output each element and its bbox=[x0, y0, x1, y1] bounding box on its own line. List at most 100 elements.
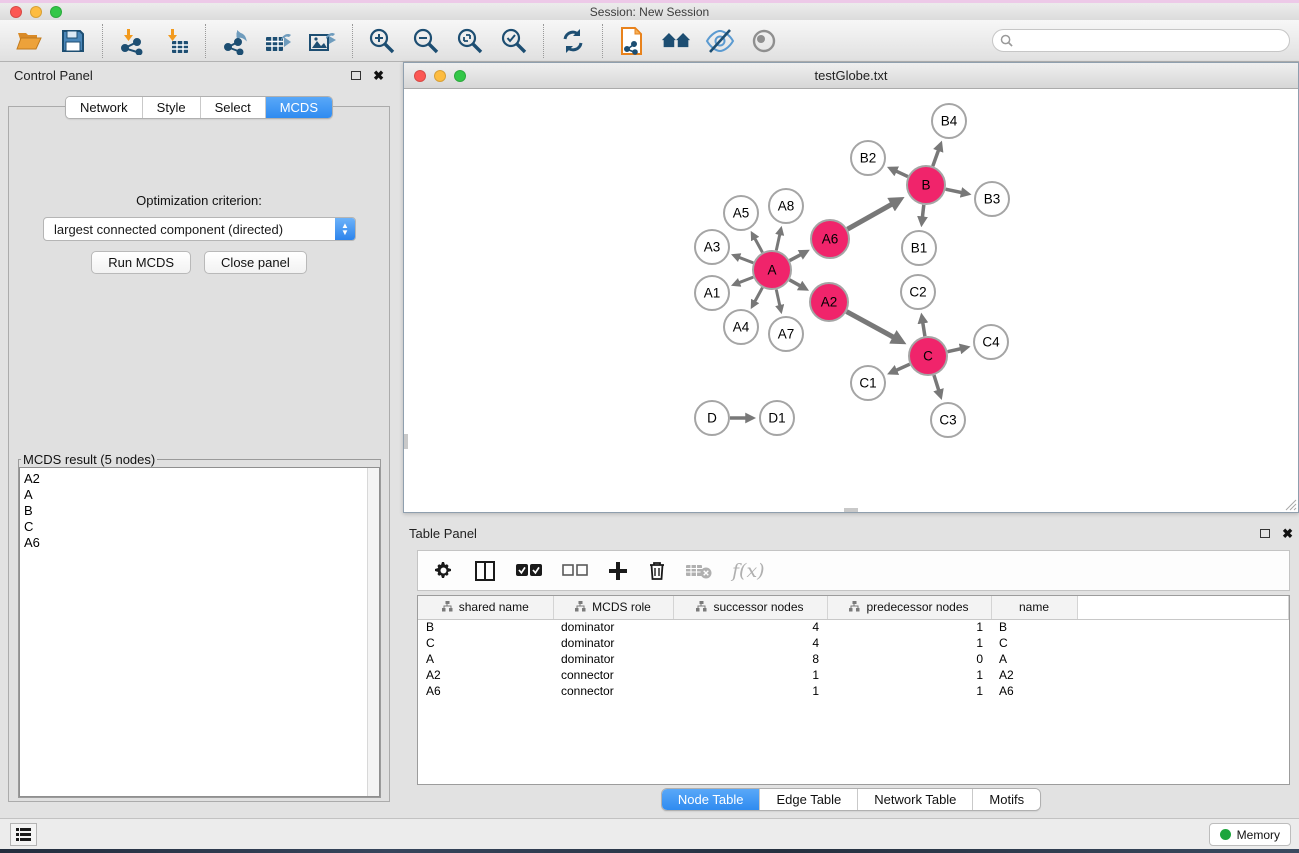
graph-node-C4[interactable]: C4 bbox=[974, 325, 1008, 359]
zoom-in-icon[interactable] bbox=[367, 26, 397, 56]
graph-node-A5[interactable]: A5 bbox=[724, 196, 758, 230]
graph-edge-A2-C[interactable] bbox=[847, 312, 902, 342]
column-predecessor-nodes[interactable]: predecessor nodes bbox=[827, 596, 991, 619]
graph-edge-B-B1[interactable] bbox=[922, 205, 924, 224]
graph-edge-B-B3[interactable] bbox=[946, 189, 968, 194]
graph-edge-B-B4[interactable] bbox=[933, 144, 941, 166]
graph-edge-A-A6[interactable] bbox=[790, 252, 807, 261]
graph-node-B1[interactable]: B1 bbox=[902, 231, 936, 265]
optimization-criterion-select[interactable]: largest connected component (directed) ▲… bbox=[43, 217, 356, 241]
close-panel-icon[interactable]: ✖ bbox=[373, 69, 384, 82]
show-graphics-details-icon[interactable] bbox=[749, 26, 779, 56]
table-cell[interactable]: A bbox=[418, 651, 553, 667]
close-panel-button[interactable]: Close panel bbox=[204, 251, 307, 274]
table-cell[interactable]: 8 bbox=[673, 651, 827, 667]
graph-node-C[interactable]: C bbox=[909, 337, 947, 375]
graph-edge-A6-B[interactable] bbox=[847, 200, 899, 229]
export-image-icon[interactable] bbox=[308, 26, 338, 56]
graph-edge-A-A4[interactable] bbox=[752, 288, 762, 307]
graph-node-A6[interactable]: A6 bbox=[811, 220, 849, 258]
table-row[interactable]: A6connector11A6 bbox=[418, 683, 1289, 699]
graph-node-C1[interactable]: C1 bbox=[851, 366, 885, 400]
table-cell[interactable]: 1 bbox=[673, 667, 827, 683]
graph-node-C3[interactable]: C3 bbox=[931, 403, 965, 437]
network-canvas[interactable]: B4B2BB3A5A8A6B1A3AC2A1A2A4A7C4CC1C3DD1 bbox=[404, 89, 1298, 512]
graph-edge-A-A8[interactable] bbox=[776, 229, 781, 250]
tab-network-table[interactable]: Network Table bbox=[857, 789, 972, 810]
graph-edge-A-A3[interactable] bbox=[734, 255, 753, 262]
mcds-result-item[interactable]: B bbox=[24, 503, 367, 519]
table-cell[interactable]: A2 bbox=[991, 667, 1077, 683]
import-network-icon[interactable] bbox=[117, 26, 147, 56]
graph-node-A3[interactable]: A3 bbox=[695, 230, 729, 264]
function-builder-icon[interactable]: f(x) bbox=[732, 560, 765, 582]
zoom-selected-icon[interactable] bbox=[499, 26, 529, 56]
table-settings-gear-icon[interactable] bbox=[434, 558, 454, 584]
column-mcds-role[interactable]: MCDS role bbox=[553, 596, 673, 619]
save-session-icon[interactable] bbox=[58, 26, 88, 56]
create-column-icon[interactable] bbox=[608, 558, 628, 584]
table-cell[interactable]: 0 bbox=[827, 651, 991, 667]
tab-mcds[interactable]: MCDS bbox=[265, 97, 332, 118]
column-shared-name[interactable]: shared name bbox=[418, 596, 553, 619]
table-cell[interactable]: connector bbox=[553, 667, 673, 683]
delete-column-icon[interactable] bbox=[648, 558, 666, 584]
tab-node-table[interactable]: Node Table bbox=[662, 789, 760, 810]
table-cell[interactable]: 1 bbox=[827, 683, 991, 699]
select-all-columns-icon[interactable] bbox=[516, 558, 542, 584]
mcds-result-item[interactable]: A bbox=[24, 487, 367, 503]
tab-motifs[interactable]: Motifs bbox=[972, 789, 1040, 810]
graph-edge-B-B2[interactable] bbox=[890, 168, 907, 176]
search-input[interactable] bbox=[1018, 34, 1289, 48]
show-panels-list-button[interactable] bbox=[10, 823, 37, 846]
network-from-file-icon[interactable] bbox=[617, 26, 647, 56]
home-layout-icon[interactable] bbox=[661, 26, 691, 56]
import-table-icon[interactable] bbox=[161, 26, 191, 56]
graph-edge-A-A7[interactable] bbox=[776, 290, 781, 311]
table-float-icon[interactable] bbox=[1260, 529, 1270, 538]
mcds-result-list[interactable]: A2ABCA6 bbox=[19, 467, 380, 797]
unselect-all-columns-icon[interactable] bbox=[562, 558, 588, 584]
table-cell[interactable]: C bbox=[991, 635, 1077, 651]
network-window-title-bar[interactable]: testGlobe.txt bbox=[404, 63, 1298, 89]
graph-node-A7[interactable]: A7 bbox=[769, 317, 803, 351]
mcds-result-item[interactable]: A6 bbox=[24, 535, 367, 551]
graph-node-D[interactable]: D bbox=[695, 401, 729, 435]
table-cell[interactable]: connector bbox=[553, 683, 673, 699]
table-close-icon[interactable]: ✖ bbox=[1282, 527, 1293, 540]
table-row[interactable]: Adominator80A bbox=[418, 651, 1289, 667]
table-row[interactable]: Bdominator41B bbox=[418, 619, 1289, 635]
search-field[interactable] bbox=[992, 29, 1290, 52]
table-row[interactable]: A2connector11A2 bbox=[418, 667, 1289, 683]
table-cell[interactable]: 1 bbox=[827, 619, 991, 635]
horizontal-scroll-thumb[interactable] bbox=[844, 508, 858, 512]
tab-select[interactable]: Select bbox=[200, 97, 265, 118]
table-cell[interactable]: A6 bbox=[991, 683, 1077, 699]
tab-edge-table[interactable]: Edge Table bbox=[759, 789, 857, 810]
table-cell[interactable]: 4 bbox=[673, 635, 827, 651]
table-cell[interactable]: C bbox=[418, 635, 553, 651]
delete-table-icon[interactable] bbox=[686, 558, 712, 584]
graph-node-B3[interactable]: B3 bbox=[975, 182, 1009, 216]
graph-edge-A-A5[interactable] bbox=[752, 234, 762, 253]
column-successor-nodes[interactable]: successor nodes bbox=[673, 596, 827, 619]
graph-node-A[interactable]: A bbox=[753, 251, 791, 289]
mcds-result-item[interactable]: C bbox=[24, 519, 367, 535]
graph-node-A4[interactable]: A4 bbox=[724, 310, 758, 344]
table-cell[interactable]: 1 bbox=[827, 635, 991, 651]
table-cell[interactable]: dominator bbox=[553, 619, 673, 635]
mcds-result-item[interactable]: A2 bbox=[24, 471, 367, 487]
zoom-out-icon[interactable] bbox=[411, 26, 441, 56]
table-cell[interactable]: A2 bbox=[418, 667, 553, 683]
tab-network[interactable]: Network bbox=[66, 97, 142, 118]
float-panel-icon[interactable] bbox=[351, 71, 361, 80]
table-cell[interactable]: 1 bbox=[827, 667, 991, 683]
graph-edge-C-C2[interactable] bbox=[922, 316, 925, 336]
graph-edge-C-C1[interactable] bbox=[891, 364, 910, 373]
graph-node-B[interactable]: B bbox=[907, 166, 945, 204]
table-cell[interactable]: 4 bbox=[673, 619, 827, 635]
show-column-icon[interactable] bbox=[474, 558, 496, 584]
hide-details-icon[interactable] bbox=[705, 26, 735, 56]
export-network-icon[interactable] bbox=[220, 26, 250, 56]
zoom-fit-icon[interactable] bbox=[455, 26, 485, 56]
